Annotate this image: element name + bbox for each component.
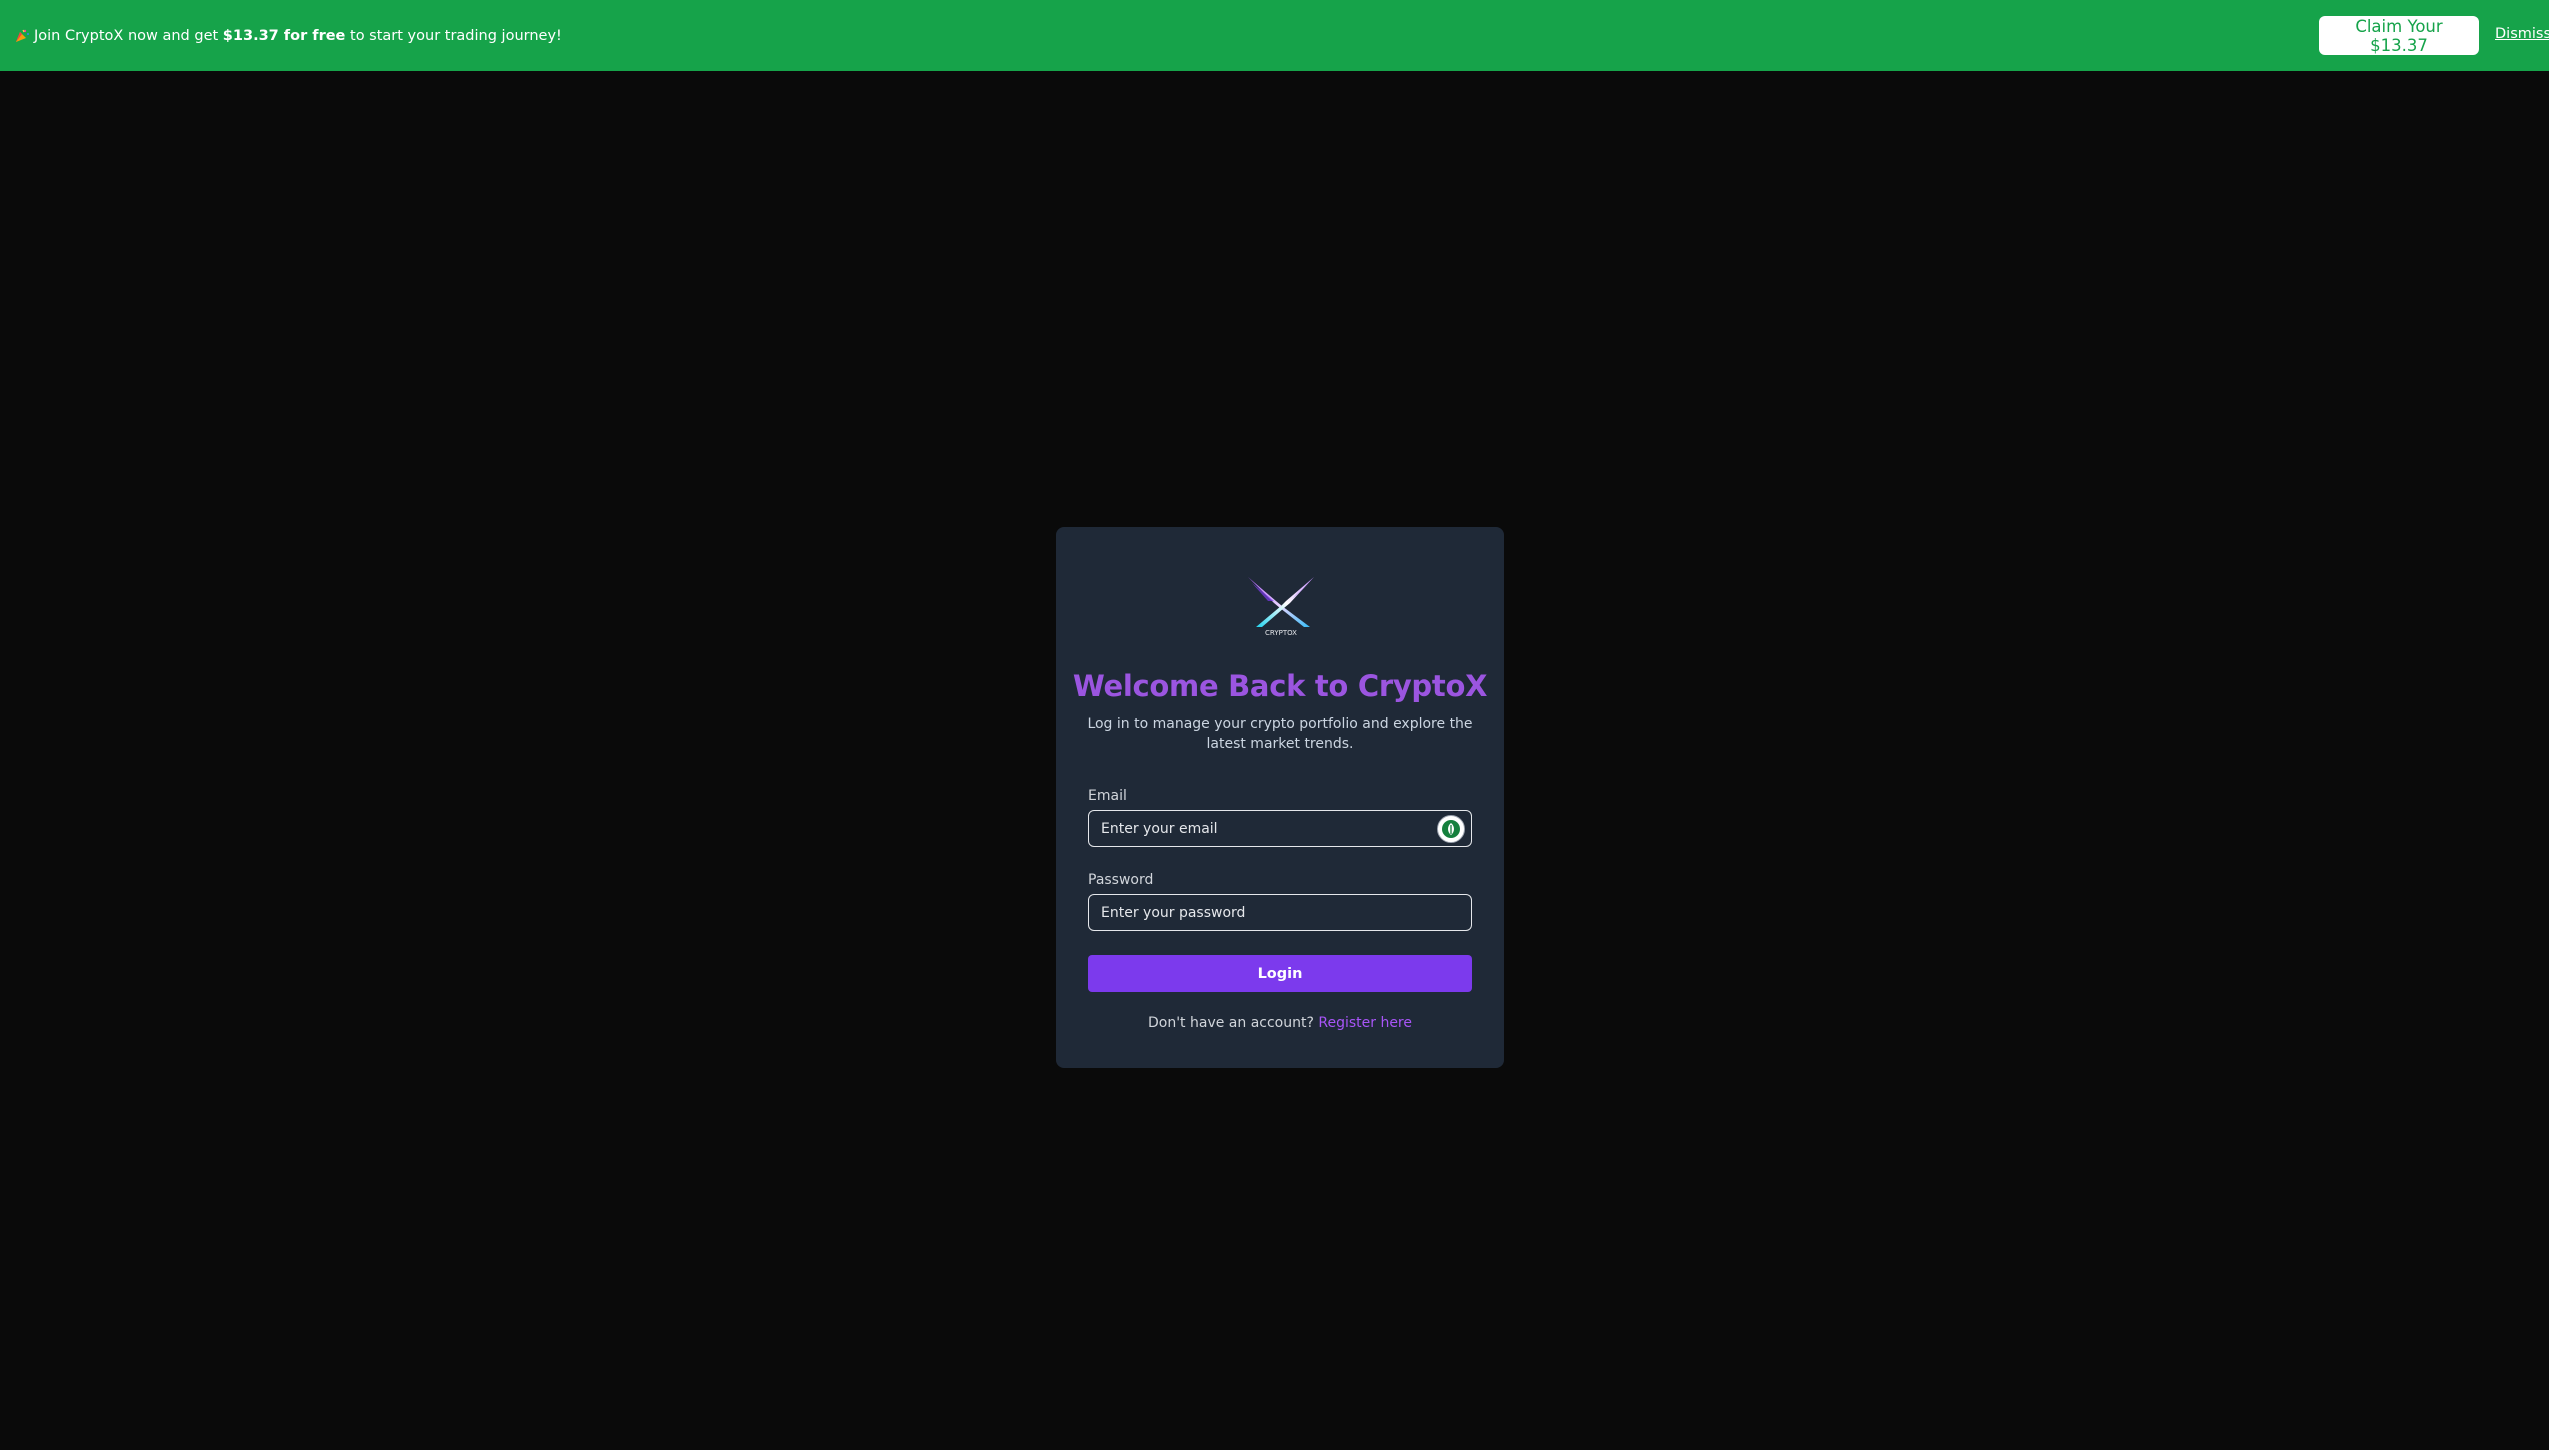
promo-banner: Join CryptoX now and get $13.37 for free… bbox=[0, 0, 2549, 71]
password-input[interactable] bbox=[1088, 894, 1472, 931]
register-link[interactable]: Register here bbox=[1318, 1015, 1412, 1031]
page-title: Welcome Back to CryptoX bbox=[1072, 669, 1488, 703]
party-popper-icon bbox=[14, 28, 30, 44]
svg-text:CRYPTOX: CRYPTOX bbox=[1265, 629, 1297, 637]
promo-text-after: to start your trading journey! bbox=[345, 27, 562, 44]
password-label: Password bbox=[1088, 872, 1154, 888]
promo-amount: $13.37 for free bbox=[222, 27, 346, 44]
email-label: Email bbox=[1088, 788, 1127, 804]
promo-text-before: Join CryptoX now and get bbox=[34, 27, 223, 44]
cryptox-logo: CRYPTOX bbox=[1246, 575, 1316, 637]
claim-reward-button[interactable]: Claim Your $13.37 bbox=[2319, 16, 2479, 55]
promo-message: Join CryptoX now and get $13.37 for free… bbox=[34, 28, 562, 44]
login-card: CRYPTOX Welcome Back to CryptoX Log in t… bbox=[1056, 527, 1504, 1068]
register-prompt-row: Don't have an account? Register here bbox=[1056, 1015, 1504, 1031]
email-input[interactable] bbox=[1088, 810, 1472, 847]
login-button[interactable]: Login bbox=[1088, 955, 1472, 992]
password-manager-icon[interactable] bbox=[1437, 815, 1465, 843]
page-subtitle: Log in to manage your crypto portfolio a… bbox=[1087, 716, 1473, 752]
dismiss-banner-link[interactable]: Dismiss bbox=[2495, 26, 2549, 42]
register-prompt-text: Don't have an account? bbox=[1147, 1015, 1314, 1031]
